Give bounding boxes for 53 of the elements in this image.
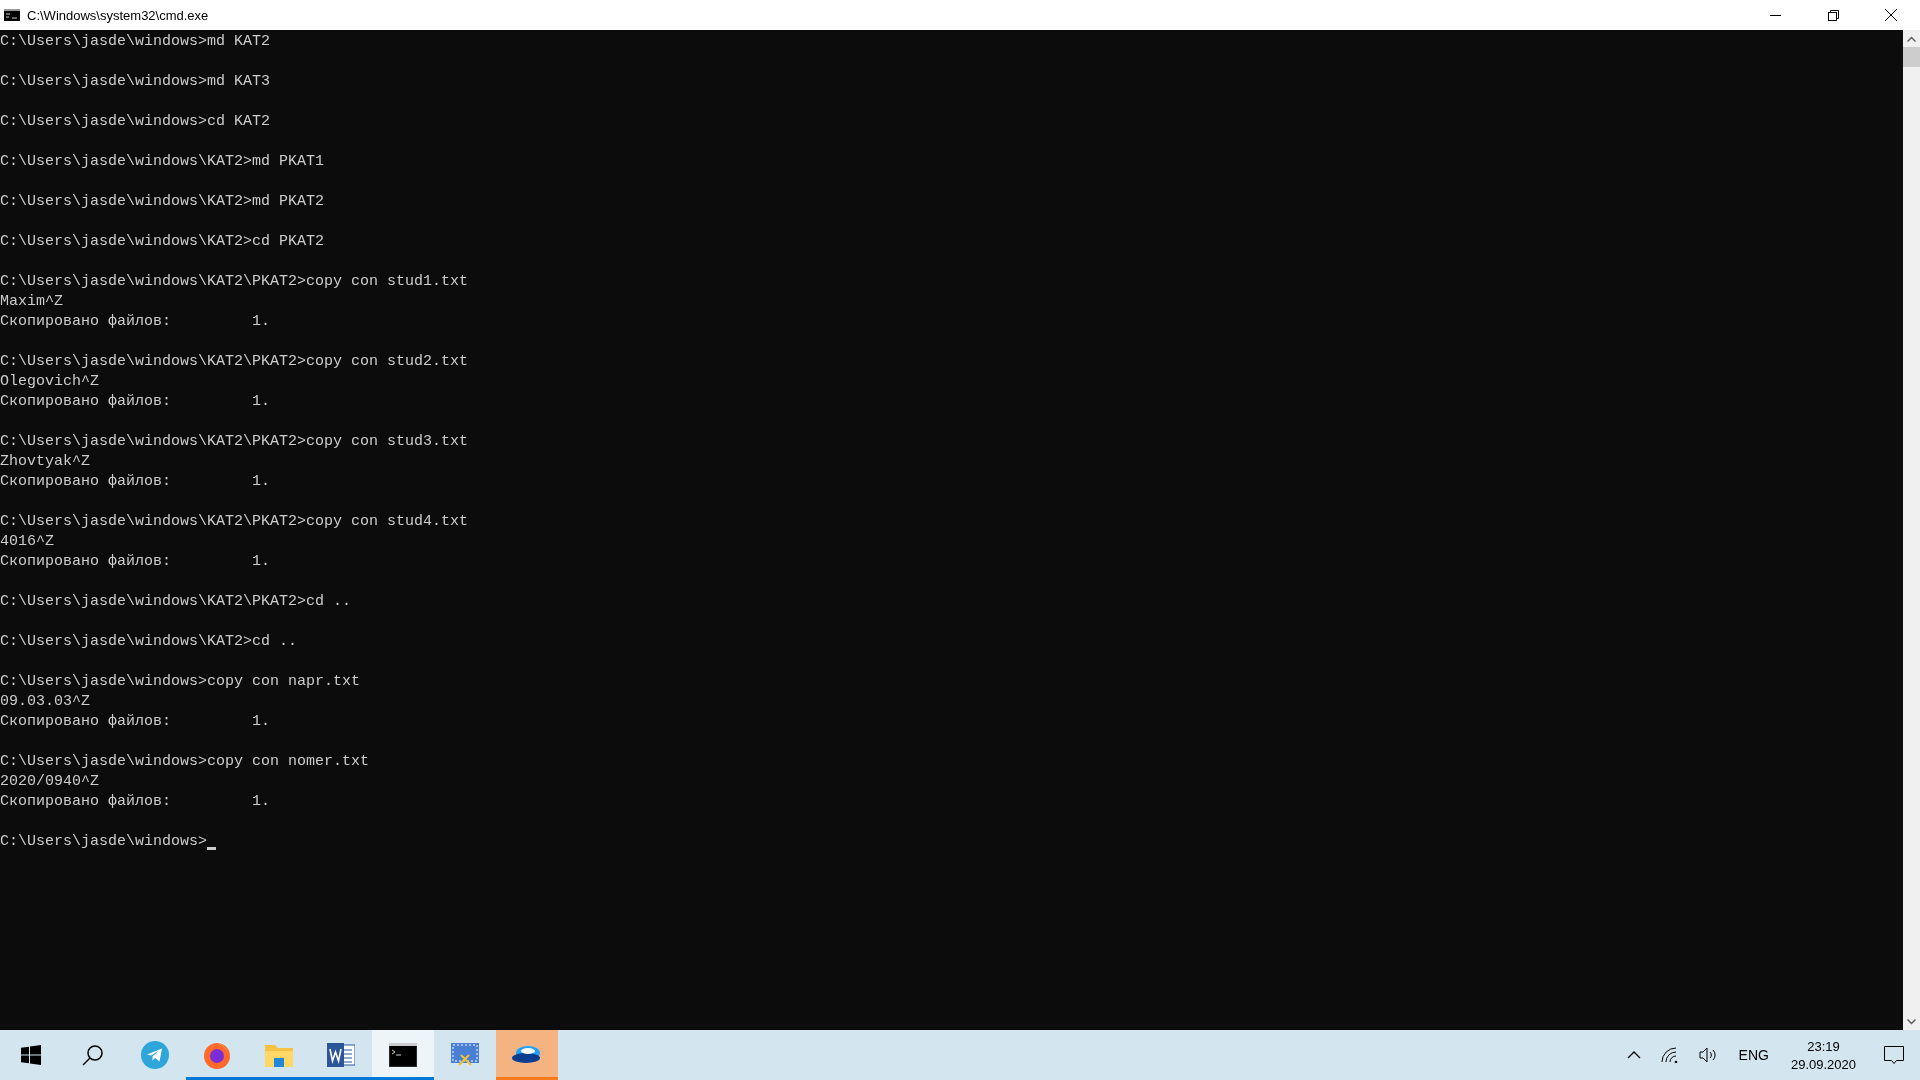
clock[interactable]: 23:19 29.09.2020 xyxy=(1778,1030,1868,1080)
clock-date: 29.09.2020 xyxy=(1790,1056,1856,1072)
taskbar-button[interactable] xyxy=(372,1030,434,1080)
console-line: Скопировано файлов: 1. xyxy=(0,312,271,332)
console-line: C:\Users\jasde\windows>copy con nomer.txt xyxy=(0,752,370,772)
paper-plane-circle-icon xyxy=(141,1041,169,1069)
console-line: Olegovich^Z xyxy=(0,372,100,392)
console-line: C:\Users\jasde\windows\KAT2\PKAT2>cd .. xyxy=(0,592,352,612)
console-line: 09.03.03^Z xyxy=(0,692,90,712)
console-line: Скопировано файлов: 1. xyxy=(0,792,271,812)
terminal-icon xyxy=(389,1043,417,1067)
close-icon xyxy=(1885,9,1897,21)
console-line: Zhovtyak^Z xyxy=(0,452,90,472)
console-line: C:\Users\jasde\windows\KAT2\PKAT2>copy con stud4.txt xyxy=(0,512,469,532)
minimize-icon xyxy=(1769,14,1781,16)
speech-bubble-icon xyxy=(1884,1045,1904,1065)
console-line: Скопировано файлов: 1. xyxy=(0,552,271,572)
console-line: C:\Users\jasde\windows>copy con napr.txt xyxy=(0,672,361,692)
fox-globe-icon xyxy=(202,1040,232,1070)
restore-icon xyxy=(1827,9,1839,21)
console-line: C:\Users\jasde\windows\KAT2>cd .. xyxy=(0,632,298,652)
console-line: Maxim^Z xyxy=(0,292,63,312)
speaker-icon xyxy=(1698,1047,1719,1063)
console-line: C:\Users\jasde\windows\KAT2\PKAT2>copy con stud1.txt xyxy=(0,272,469,292)
console-line: C:\Users\jasde\windows\KAT2>md PKAT2 xyxy=(0,192,325,212)
console-line: C:\Users\jasde\windows\KAT2>cd PKAT2 xyxy=(0,232,325,252)
taskbar-button[interactable] xyxy=(496,1030,558,1080)
scrollbar[interactable] xyxy=(1903,30,1920,1030)
chevron-up-icon xyxy=(1626,1051,1641,1059)
console-line: C:\Users\jasde\windows> xyxy=(0,832,208,852)
console-line: 2020/0940^Z xyxy=(0,772,100,792)
folder-icon xyxy=(265,1043,293,1067)
console-line: Скопировано файлов: 1. xyxy=(0,472,271,492)
wifi-icon xyxy=(1660,1047,1679,1063)
word-document-icon xyxy=(327,1041,355,1069)
console-app-icon xyxy=(4,9,20,21)
console-line: Скопировано файлов: 1. xyxy=(0,712,271,732)
console-line: Скопировано файлов: 1. xyxy=(0,392,271,412)
console-line: C:\Users\jasde\windows>md KAT2 xyxy=(0,32,271,52)
console-line: C:\Users\jasde\windows\KAT2>md PKAT1 xyxy=(0,152,325,172)
chevron-down-icon xyxy=(1907,1018,1916,1025)
chevron-up-icon xyxy=(1907,35,1916,42)
scroll-thumb[interactable] xyxy=(1903,47,1920,67)
console-line: C:\Users\jasde\windows>md KAT3 xyxy=(0,72,271,92)
console-line: C:\Users\jasde\windows\KAT2\PKAT2>copy con stud3.txt xyxy=(0,432,469,452)
console-line: 4016^Z xyxy=(0,532,54,552)
console-line: C:\Users\jasde\windows>cd KAT2 xyxy=(0,112,271,132)
console-line: C:\Users\jasde\windows\KAT2\PKAT2>copy con stud2.txt xyxy=(0,352,469,372)
search-icon xyxy=(82,1044,104,1066)
window-title: C:\Windows\system32\cmd.exe xyxy=(27,7,209,23)
clock-time: 23:19 xyxy=(1807,1038,1840,1054)
windows-logo-icon xyxy=(21,1045,41,1065)
language-indicator[interactable]: ENG xyxy=(1728,1030,1779,1080)
